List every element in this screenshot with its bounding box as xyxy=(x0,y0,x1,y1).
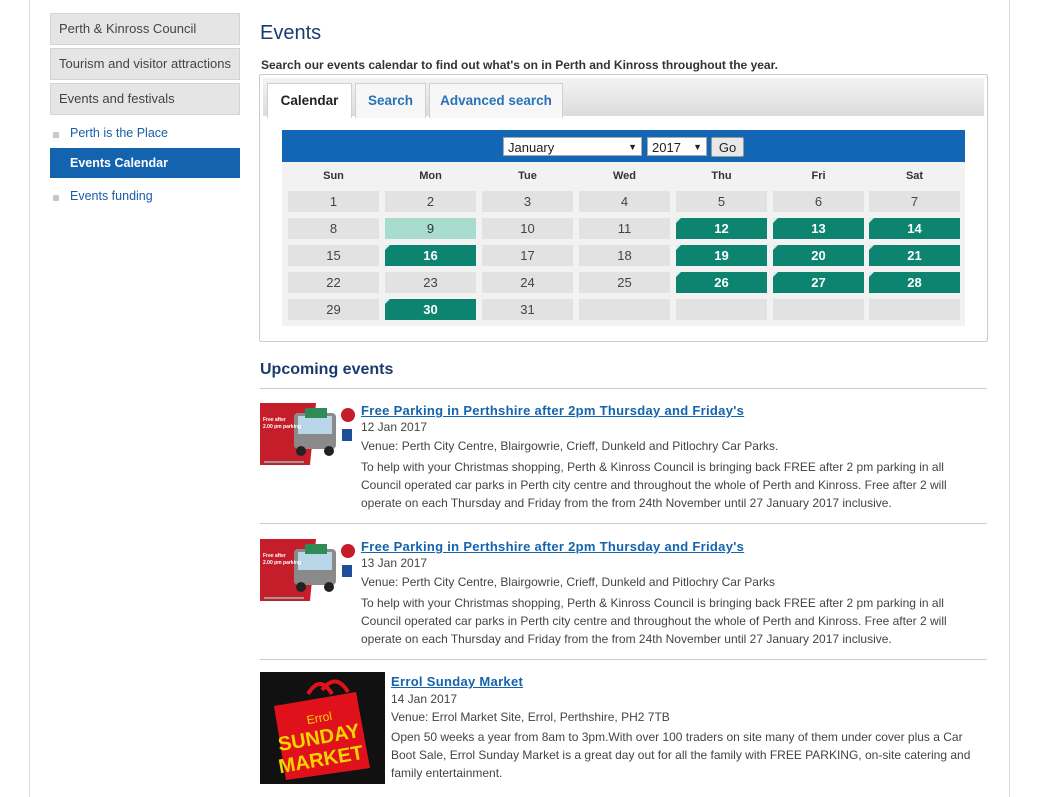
calendar-day-22: 22 xyxy=(288,272,379,293)
calendar-day-25: 25 xyxy=(579,272,670,293)
event-date: 12 Jan 2017 xyxy=(361,420,428,434)
calendar-day-18: 18 xyxy=(579,245,670,266)
event-description: Open 50 weeks a year from 8am to 3pm.Wit… xyxy=(391,730,971,780)
errol-market-logo[interactable]: Errol SUNDAY MARKET xyxy=(260,672,385,789)
year-select-value: 2017 xyxy=(652,140,681,155)
chevron-down-icon: ▼ xyxy=(693,142,702,152)
event-date: 13 Jan 2017 xyxy=(361,556,428,570)
bullet-icon xyxy=(53,195,59,201)
sidebar-subitem-label: Events Calendar xyxy=(70,156,168,170)
sidebar-item-council[interactable]: Perth & Kinross Council xyxy=(50,13,240,45)
year-select[interactable]: 2017 ▼ xyxy=(647,137,707,156)
tab-calendar[interactable]: Calendar xyxy=(267,83,352,118)
calendar-day-5: 5 xyxy=(676,191,767,212)
calendar-day-9: 9 xyxy=(385,218,476,239)
calendar-day-12[interactable]: 12 xyxy=(676,218,767,239)
event-description: To help with your Christmas shopping, Pe… xyxy=(361,596,947,646)
calendar-day-24: 24 xyxy=(482,272,573,293)
weekday-header-sun: Sun xyxy=(323,170,344,182)
calendar-day-empty xyxy=(869,299,960,320)
weekday-header-thu: Thu xyxy=(711,170,732,182)
svg-text:2.00 pm parking: 2.00 pm parking xyxy=(263,424,301,430)
event-title-link[interactable]: Errol Sunday Market xyxy=(391,674,523,689)
calendar-day-21[interactable]: 21 xyxy=(869,245,960,266)
parking-promo-image[interactable]: Free after 2.00 pm parking xyxy=(260,539,356,606)
svg-text:2.00 pm parking: 2.00 pm parking xyxy=(263,560,301,566)
month-select-value: January xyxy=(508,140,555,155)
tab-advanced-search[interactable]: Advanced search xyxy=(429,83,563,118)
calendar-day-28[interactable]: 28 xyxy=(869,272,960,293)
calendar-day-15: 15 xyxy=(288,245,379,266)
sidebar-item-tourism[interactable]: Tourism and visitor attractions xyxy=(50,48,240,80)
calendar-day-23: 23 xyxy=(385,272,476,293)
event-venue: Venue: Errol Market Site, Errol, Perthsh… xyxy=(391,710,670,724)
event-description: To help with your Christmas shopping, Pe… xyxy=(361,460,947,510)
calendar-day-27[interactable]: 27 xyxy=(773,272,864,293)
sidebar-subitem-label: Perth is the Place xyxy=(70,126,168,140)
calendar-day-11: 11 xyxy=(579,218,670,239)
calendar-day-8: 8 xyxy=(288,218,379,239)
event-venue: Venue: Perth City Centre, Blairgowrie, C… xyxy=(361,439,779,453)
svg-text:Free after: Free after xyxy=(263,553,286,559)
event-title-link[interactable]: Free Parking in Perthshire after 2pm Thu… xyxy=(361,539,744,554)
calendar-day-6: 6 xyxy=(773,191,864,212)
calendar-day-26[interactable]: 26 xyxy=(676,272,767,293)
calendar-day-17: 17 xyxy=(482,245,573,266)
calendar-day-empty xyxy=(676,299,767,320)
weekday-header-mon: Mon xyxy=(419,170,442,182)
calendar-day-empty xyxy=(579,299,670,320)
calendar-day-10: 10 xyxy=(482,218,573,239)
parking-promo-image[interactable]: Free after 2.00 pm parking xyxy=(260,403,356,470)
calendar-day-4: 4 xyxy=(579,191,670,212)
sidebar-item-events-festivals[interactable]: Events and festivals xyxy=(50,83,240,115)
sidebar-subitem-label: Events funding xyxy=(70,189,153,203)
calendar-day-13[interactable]: 13 xyxy=(773,218,864,239)
event-title-link[interactable]: Free Parking in Perthshire after 2pm Thu… xyxy=(361,403,744,418)
calendar-day-3: 3 xyxy=(482,191,573,212)
upcoming-events-title: Upcoming events xyxy=(260,361,394,378)
go-button[interactable]: Go xyxy=(711,137,744,157)
divider xyxy=(260,659,987,660)
calendar-day-29: 29 xyxy=(288,299,379,320)
calendar-day-14[interactable]: 14 xyxy=(869,218,960,239)
weekday-header-fri: Fri xyxy=(811,170,826,182)
weekday-header-sat: Sat xyxy=(905,170,924,182)
calendar-day-1: 1 xyxy=(288,191,379,212)
event-date: 14 Jan 2017 xyxy=(391,692,458,706)
page-title: Events xyxy=(260,22,322,44)
month-select[interactable]: January ▼ xyxy=(503,137,642,156)
calendar-day-30[interactable]: 30 xyxy=(385,299,476,320)
tab-search[interactable]: Search xyxy=(355,83,426,118)
calendar-day-19[interactable]: 19 xyxy=(676,245,767,266)
calendar-day-empty xyxy=(773,299,864,320)
bullet-icon xyxy=(53,132,59,138)
svg-text:Free after: Free after xyxy=(263,417,286,423)
calendar-day-20[interactable]: 20 xyxy=(773,245,864,266)
sidebar-subitem-events-calendar[interactable]: Events Calendar xyxy=(50,148,240,178)
calendar-day-2: 2 xyxy=(385,191,476,212)
calendar-day-7: 7 xyxy=(869,191,960,212)
calendar-day-16[interactable]: 16 xyxy=(385,245,476,266)
divider xyxy=(260,523,987,524)
divider xyxy=(260,388,987,389)
calendar-day-31: 31 xyxy=(482,299,573,320)
event-venue: Venue: Perth City Centre, Blairgowrie, C… xyxy=(361,575,775,589)
weekday-header-wed: Wed xyxy=(612,170,637,182)
weekday-header-tue: Tue xyxy=(518,170,537,182)
chevron-down-icon: ▼ xyxy=(628,142,637,152)
intro-text: Search our events calendar to find out w… xyxy=(261,58,778,72)
